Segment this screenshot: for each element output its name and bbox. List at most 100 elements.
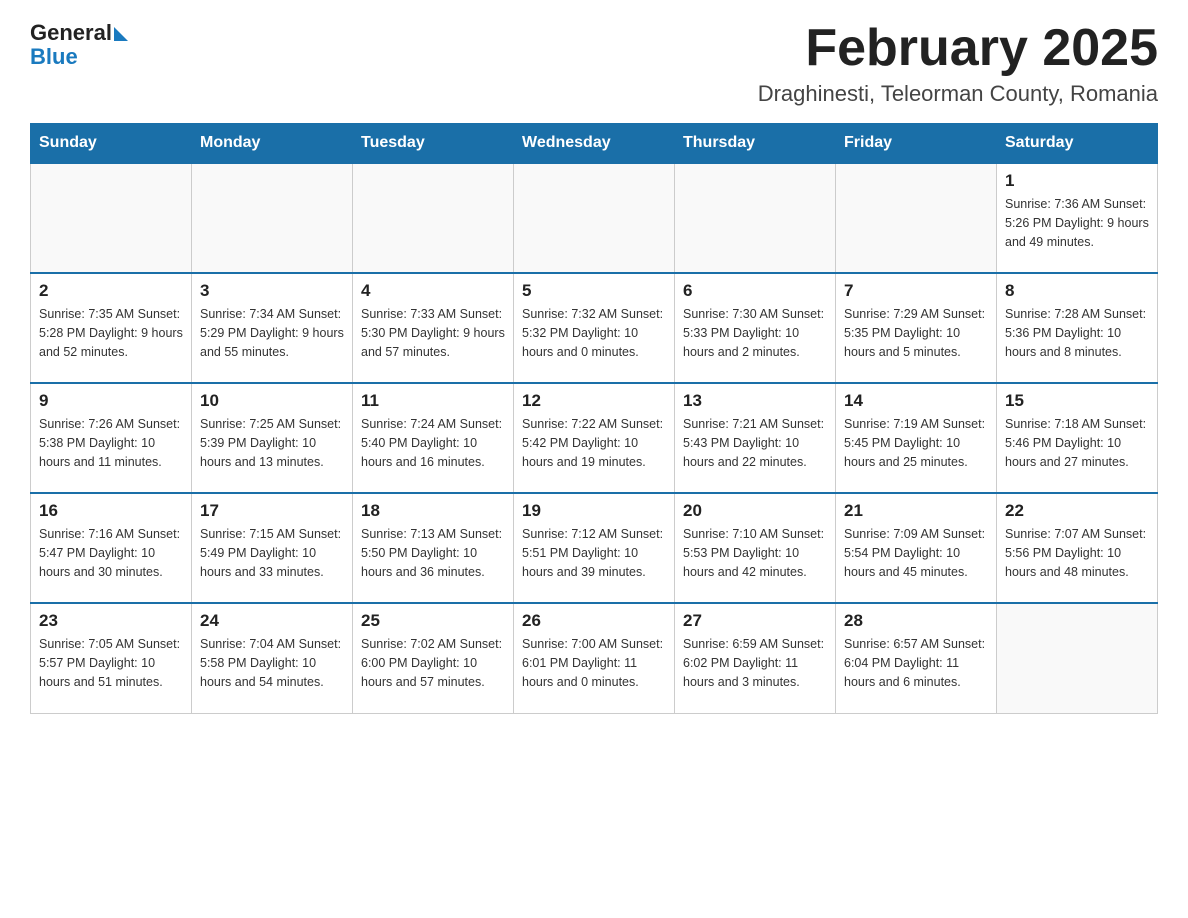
day-number: 9 bbox=[39, 391, 183, 411]
calendar-title: February 2025 bbox=[758, 20, 1158, 77]
day-number: 4 bbox=[361, 281, 505, 301]
day-number: 11 bbox=[361, 391, 505, 411]
calendar-cell bbox=[997, 603, 1158, 713]
day-info: Sunrise: 7:24 AM Sunset: 5:40 PM Dayligh… bbox=[361, 415, 505, 471]
day-info: Sunrise: 7:26 AM Sunset: 5:38 PM Dayligh… bbox=[39, 415, 183, 471]
calendar-cell bbox=[192, 163, 353, 273]
calendar-cell bbox=[514, 163, 675, 273]
day-number: 25 bbox=[361, 611, 505, 631]
day-number: 17 bbox=[200, 501, 344, 521]
day-number: 27 bbox=[683, 611, 827, 631]
calendar-cell: 10Sunrise: 7:25 AM Sunset: 5:39 PM Dayli… bbox=[192, 383, 353, 493]
calendar-cell: 3 Sunrise: 7:34 AM Sunset: 5:29 PM Daylig… bbox=[192, 273, 353, 383]
calendar-week-row: 2 Sunrise: 7:35 AM Sunset: 5:28 PM Daylig… bbox=[31, 273, 1158, 383]
title-block: February 2025 Draghinesti, Teleorman Cou… bbox=[758, 20, 1158, 107]
day-header-saturday: Saturday bbox=[997, 124, 1158, 164]
calendar-header: SundayMondayTuesdayWednesdayThursdayFrid… bbox=[31, 124, 1158, 164]
day-info: Sunrise: 7:05 AM Sunset: 5:57 PM Dayligh… bbox=[39, 635, 183, 691]
calendar-cell: 22 Sunrise: 7:07 AM Sunset: 5:56 PM Dayli… bbox=[997, 493, 1158, 603]
logo-triangle-icon bbox=[114, 27, 128, 41]
day-number: 23 bbox=[39, 611, 183, 631]
calendar-cell: 1 Sunrise: 7:36 AM Sunset: 5:26 PM Daylig… bbox=[997, 163, 1158, 273]
day-number: 6 bbox=[683, 281, 827, 301]
day-header-thursday: Thursday bbox=[675, 124, 836, 164]
calendar-subtitle: Draghinesti, Teleorman County, Romania bbox=[758, 81, 1158, 107]
day-info: Sunrise: 7:34 AM Sunset: 5:29 PM Dayligh… bbox=[200, 305, 344, 361]
calendar-cell: 16Sunrise: 7:16 AM Sunset: 5:47 PM Dayli… bbox=[31, 493, 192, 603]
day-number: 18 bbox=[361, 501, 505, 521]
calendar-body: 1 Sunrise: 7:36 AM Sunset: 5:26 PM Daylig… bbox=[31, 163, 1158, 713]
day-info: Sunrise: 6:57 AM Sunset: 6:04 PM Dayligh… bbox=[844, 635, 988, 691]
day-info: Sunrise: 7:09 AM Sunset: 5:54 PM Dayligh… bbox=[844, 525, 988, 581]
day-info: Sunrise: 7:32 AM Sunset: 5:32 PM Dayligh… bbox=[522, 305, 666, 361]
calendar-week-row: 16Sunrise: 7:16 AM Sunset: 5:47 PM Dayli… bbox=[31, 493, 1158, 603]
calendar-cell: 9 Sunrise: 7:26 AM Sunset: 5:38 PM Daylig… bbox=[31, 383, 192, 493]
day-number: 3 bbox=[200, 281, 344, 301]
day-number: 10 bbox=[200, 391, 344, 411]
calendar-cell: 14 Sunrise: 7:19 AM Sunset: 5:45 PM Dayli… bbox=[836, 383, 997, 493]
day-info: Sunrise: 7:36 AM Sunset: 5:26 PM Dayligh… bbox=[1005, 195, 1149, 251]
calendar-cell: 20 Sunrise: 7:10 AM Sunset: 5:53 PM Dayli… bbox=[675, 493, 836, 603]
day-info: Sunrise: 7:18 AM Sunset: 5:46 PM Dayligh… bbox=[1005, 415, 1149, 471]
calendar-cell: 18 Sunrise: 7:13 AM Sunset: 5:50 PM Dayli… bbox=[353, 493, 514, 603]
calendar-cell: 5Sunrise: 7:32 AM Sunset: 5:32 PM Daylig… bbox=[514, 273, 675, 383]
day-info: Sunrise: 7:35 AM Sunset: 5:28 PM Dayligh… bbox=[39, 305, 183, 361]
day-header-sunday: Sunday bbox=[31, 124, 192, 164]
day-number: 12 bbox=[522, 391, 666, 411]
day-number: 15 bbox=[1005, 391, 1149, 411]
day-number: 21 bbox=[844, 501, 988, 521]
calendar-cell: 8Sunrise: 7:28 AM Sunset: 5:36 PM Daylig… bbox=[997, 273, 1158, 383]
day-header-monday: Monday bbox=[192, 124, 353, 164]
logo: General Blue bbox=[30, 20, 128, 70]
day-info: Sunrise: 7:00 AM Sunset: 6:01 PM Dayligh… bbox=[522, 635, 666, 691]
day-number: 14 bbox=[844, 391, 988, 411]
day-number: 28 bbox=[844, 611, 988, 631]
day-number: 20 bbox=[683, 501, 827, 521]
calendar-cell: 15 Sunrise: 7:18 AM Sunset: 5:46 PM Dayli… bbox=[997, 383, 1158, 493]
calendar-cell: 7Sunrise: 7:29 AM Sunset: 5:35 PM Daylig… bbox=[836, 273, 997, 383]
day-info: Sunrise: 7:30 AM Sunset: 5:33 PM Dayligh… bbox=[683, 305, 827, 361]
calendar-cell: 26Sunrise: 7:00 AM Sunset: 6:01 PM Dayli… bbox=[514, 603, 675, 713]
day-info: Sunrise: 7:28 AM Sunset: 5:36 PM Dayligh… bbox=[1005, 305, 1149, 361]
day-number: 16 bbox=[39, 501, 183, 521]
day-info: Sunrise: 7:04 AM Sunset: 5:58 PM Dayligh… bbox=[200, 635, 344, 691]
day-info: Sunrise: 7:22 AM Sunset: 5:42 PM Dayligh… bbox=[522, 415, 666, 471]
day-header-row: SundayMondayTuesdayWednesdayThursdayFrid… bbox=[31, 124, 1158, 164]
calendar-cell: 27 Sunrise: 6:59 AM Sunset: 6:02 PM Dayli… bbox=[675, 603, 836, 713]
day-header-friday: Friday bbox=[836, 124, 997, 164]
calendar-cell: 4 Sunrise: 7:33 AM Sunset: 5:30 PM Daylig… bbox=[353, 273, 514, 383]
calendar-cell: 21 Sunrise: 7:09 AM Sunset: 5:54 PM Dayli… bbox=[836, 493, 997, 603]
calendar-cell bbox=[353, 163, 514, 273]
day-info: Sunrise: 7:07 AM Sunset: 5:56 PM Dayligh… bbox=[1005, 525, 1149, 581]
day-info: Sunrise: 7:33 AM Sunset: 5:30 PM Dayligh… bbox=[361, 305, 505, 361]
day-info: Sunrise: 7:19 AM Sunset: 5:45 PM Dayligh… bbox=[844, 415, 988, 471]
calendar-cell: 2 Sunrise: 7:35 AM Sunset: 5:28 PM Daylig… bbox=[31, 273, 192, 383]
calendar-cell: 13Sunrise: 7:21 AM Sunset: 5:43 PM Dayli… bbox=[675, 383, 836, 493]
calendar-cell: 23 Sunrise: 7:05 AM Sunset: 5:57 PM Dayli… bbox=[31, 603, 192, 713]
page-header: General Blue February 2025 Draghinesti, … bbox=[30, 20, 1158, 107]
calendar-week-row: 1 Sunrise: 7:36 AM Sunset: 5:26 PM Daylig… bbox=[31, 163, 1158, 273]
day-info: Sunrise: 7:02 AM Sunset: 6:00 PM Dayligh… bbox=[361, 635, 505, 691]
calendar-cell: 19 Sunrise: 7:12 AM Sunset: 5:51 PM Dayli… bbox=[514, 493, 675, 603]
day-info: Sunrise: 7:21 AM Sunset: 5:43 PM Dayligh… bbox=[683, 415, 827, 471]
calendar-cell bbox=[675, 163, 836, 273]
day-header-tuesday: Tuesday bbox=[353, 124, 514, 164]
day-info: Sunrise: 7:10 AM Sunset: 5:53 PM Dayligh… bbox=[683, 525, 827, 581]
calendar-cell: 6 Sunrise: 7:30 AM Sunset: 5:33 PM Daylig… bbox=[675, 273, 836, 383]
day-number: 1 bbox=[1005, 171, 1149, 191]
calendar-week-row: 23 Sunrise: 7:05 AM Sunset: 5:57 PM Dayli… bbox=[31, 603, 1158, 713]
calendar-cell: 28 Sunrise: 6:57 AM Sunset: 6:04 PM Dayli… bbox=[836, 603, 997, 713]
logo-general: General bbox=[30, 20, 112, 46]
calendar-cell: 24 Sunrise: 7:04 AM Sunset: 5:58 PM Dayli… bbox=[192, 603, 353, 713]
day-number: 22 bbox=[1005, 501, 1149, 521]
day-info: Sunrise: 6:59 AM Sunset: 6:02 PM Dayligh… bbox=[683, 635, 827, 691]
day-info: Sunrise: 7:12 AM Sunset: 5:51 PM Dayligh… bbox=[522, 525, 666, 581]
calendar-cell bbox=[836, 163, 997, 273]
day-info: Sunrise: 7:15 AM Sunset: 5:49 PM Dayligh… bbox=[200, 525, 344, 581]
day-info: Sunrise: 7:13 AM Sunset: 5:50 PM Dayligh… bbox=[361, 525, 505, 581]
day-number: 2 bbox=[39, 281, 183, 301]
calendar-cell: 25 Sunrise: 7:02 AM Sunset: 6:00 PM Dayli… bbox=[353, 603, 514, 713]
day-number: 19 bbox=[522, 501, 666, 521]
day-number: 24 bbox=[200, 611, 344, 631]
calendar-week-row: 9 Sunrise: 7:26 AM Sunset: 5:38 PM Daylig… bbox=[31, 383, 1158, 493]
